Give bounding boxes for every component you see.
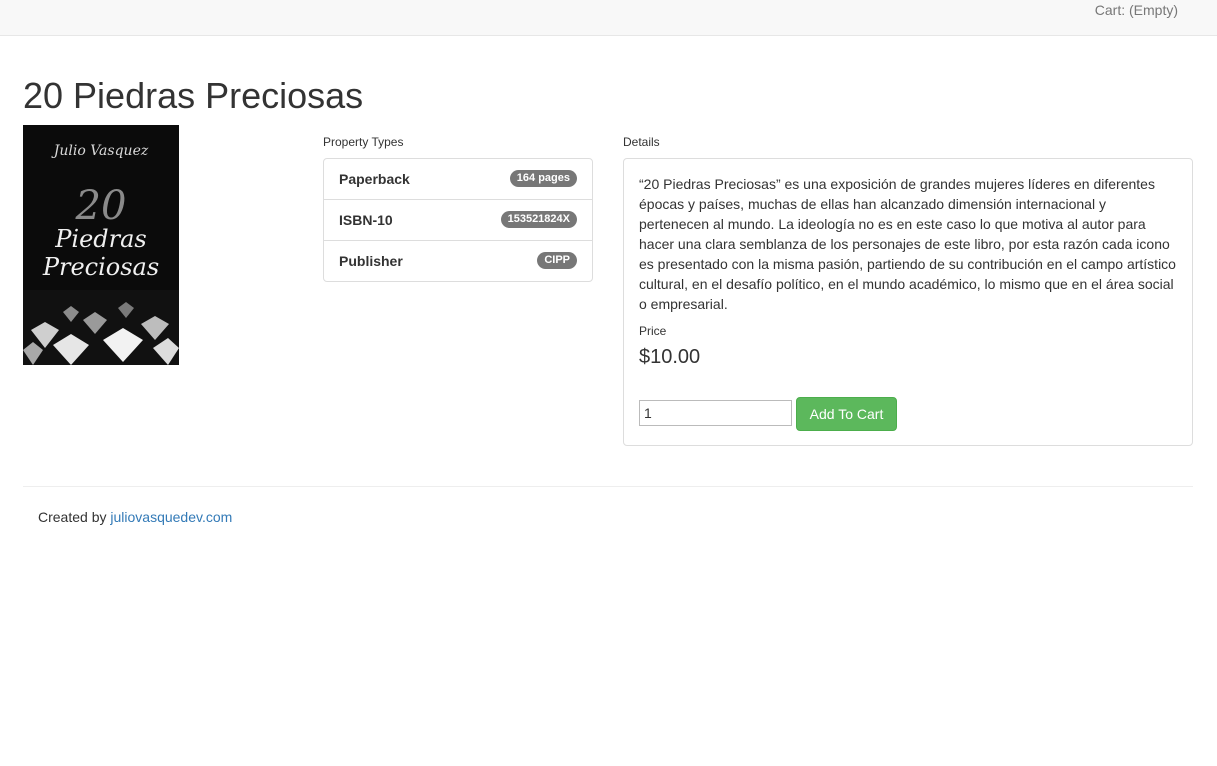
details-panel: “20 Piedras Preciosas” es una exposición… — [623, 158, 1193, 446]
cover-number: 20 — [75, 183, 127, 229]
property-list: Paperback 164 pages ISBN-10 153521824X P… — [323, 158, 593, 282]
price-value: $10.00 — [639, 346, 701, 368]
footer-prefix: Created by — [38, 509, 107, 525]
property-badge: 164 pages — [509, 170, 577, 187]
property-item-isbn: ISBN-10 153521824X — [324, 200, 592, 241]
cover-author: Julio Vasquez — [53, 143, 149, 159]
footer-link[interactable]: juliovasquedev.com — [110, 509, 232, 525]
page-title: 20 Piedras Preciosas — [23, 75, 364, 116]
cart-link[interactable]: Cart: (Empty) — [1095, 2, 1178, 18]
property-item-publisher: Publisher CIPP — [324, 241, 592, 281]
cover-title-line2: Preciosas — [42, 253, 160, 281]
top-navbar: Cart: (Empty) — [0, 0, 1217, 36]
property-label: Publisher — [339, 253, 403, 269]
cover-diamonds-graphic — [23, 290, 179, 365]
quantity-input[interactable] — [639, 400, 792, 426]
cover-title-line1: Piedras — [55, 225, 147, 253]
product-description: “20 Piedras Preciosas” es una exposición… — [639, 176, 1176, 312]
details-heading: Details — [623, 135, 660, 149]
price-label: Price — [639, 324, 667, 338]
add-to-cart-button[interactable]: Add To Cart — [796, 397, 897, 431]
footer: Created by juliovasquedev.com — [38, 509, 232, 525]
property-label: ISBN-10 — [339, 212, 393, 228]
property-badge: 153521824X — [500, 211, 577, 228]
property-types-heading: Property Types — [323, 135, 404, 149]
footer-divider — [23, 486, 1193, 487]
property-item-paperback: Paperback 164 pages — [324, 159, 592, 200]
book-cover-image: Julio Vasquez 20 Piedras Preciosas — [23, 125, 179, 365]
property-badge: CIPP — [537, 252, 577, 269]
property-label: Paperback — [339, 171, 410, 187]
